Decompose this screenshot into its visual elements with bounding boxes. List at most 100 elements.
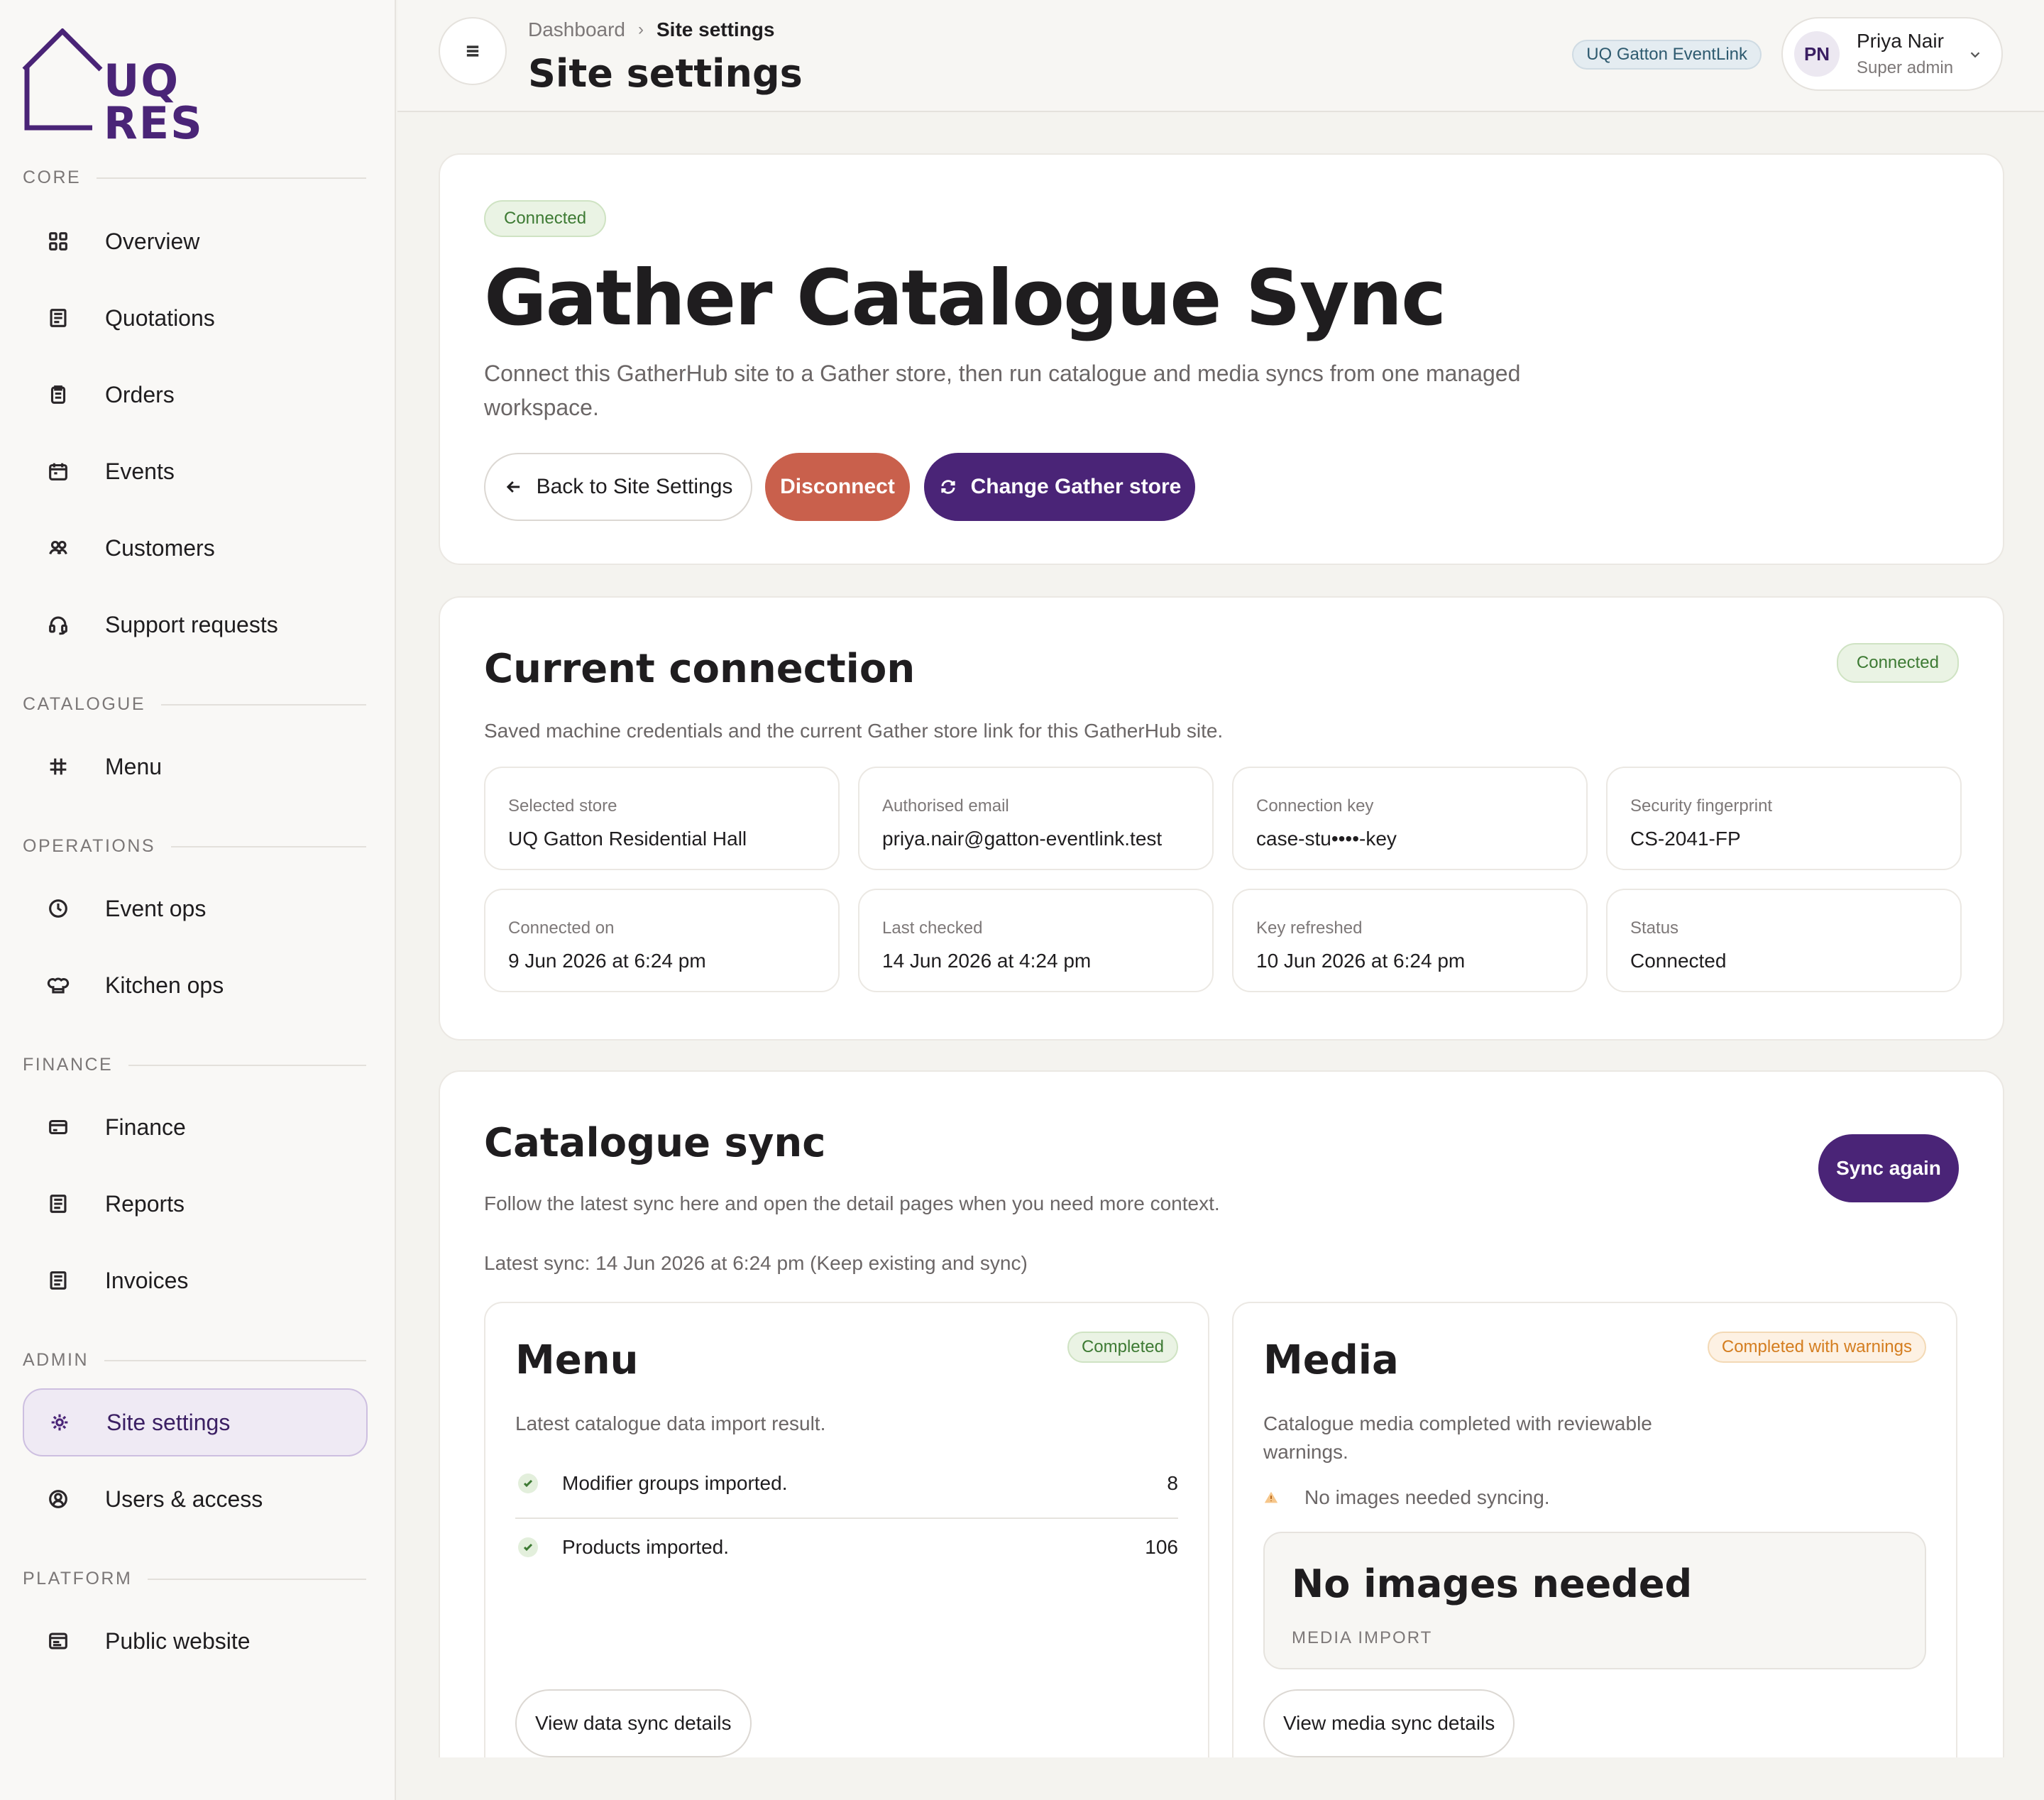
hero-card: Connected Gather Catalogue Sync Connect …: [439, 153, 2004, 565]
connection-description: Saved machine credentials and the curren…: [484, 720, 1224, 742]
chevron-down-icon: [1970, 52, 1980, 58]
house-logo-icon: [22, 28, 103, 131]
section-catalogue: CATALOGUE: [23, 694, 366, 715]
warning-icon: [1264, 1491, 1278, 1503]
sidebar-item-label: Events: [105, 458, 175, 484]
sidebar-item-menu[interactable]: Menu: [23, 732, 368, 801]
sidebar-item-orders[interactable]: Orders: [23, 361, 368, 429]
connected-on-field: Connected on 9 Jun 2026 at 6:24 pm: [484, 889, 840, 992]
sidebar-item-events[interactable]: Events: [23, 437, 368, 505]
sidebar-item-public-website[interactable]: Public website: [23, 1607, 368, 1675]
sync-again-button[interactable]: Sync again: [1818, 1134, 1959, 1202]
calendar-icon: [23, 459, 94, 483]
menu-sync-card: Menu Completed Latest catalogue data imp…: [484, 1302, 1209, 1799]
empty-state-subtitle: MEDIA IMPORT: [1292, 1628, 1433, 1647]
sidebar-item-label: Overview: [105, 228, 200, 254]
report-icon: [23, 1192, 94, 1216]
sidebar-item-kitchen-ops[interactable]: Kitchen ops: [23, 951, 368, 1019]
status-badge: Connected: [484, 200, 607, 237]
user-role: Super admin: [1857, 58, 1954, 77]
menu-toggle-button[interactable]: [439, 17, 507, 85]
clock-icon: [23, 896, 94, 921]
chef-hat-icon: [23, 973, 94, 997]
page-title: Site settings: [528, 51, 803, 96]
media-sync-description: Catalogue media completed with reviewabl…: [1263, 1412, 1652, 1463]
security-fingerprint-field: Security fingerprint CS-2041-FP: [1606, 767, 1962, 870]
change-store-button[interactable]: Change Gather store: [924, 453, 1195, 521]
key-refreshed-field: Key refreshed 10 Jun 2026 at 6:24 pm: [1232, 889, 1588, 992]
disconnect-button-label: Disconnect: [780, 475, 895, 498]
top-header: Dashboard › Site settings Site settings …: [397, 0, 2044, 112]
invoice-icon: [23, 1268, 94, 1293]
media-sync-card: Media Completed with warnings Catalogue …: [1232, 1302, 1957, 1799]
sidebar-item-label: Site settings: [106, 1409, 231, 1435]
breadcrumb: Dashboard › Site settings: [528, 18, 774, 41]
sidebar-item-event-ops[interactable]: Event ops: [23, 874, 368, 943]
avatar: PN: [1794, 31, 1840, 77]
chevron-right-icon: ›: [637, 20, 644, 39]
section-finance: FINANCE: [23, 1055, 366, 1075]
sidebar-item-finance[interactable]: Finance: [23, 1093, 368, 1161]
logo-text: UQ RES: [104, 55, 204, 149]
menu-sync-description: Latest catalogue data import result.: [515, 1412, 826, 1434]
card-icon: [23, 1115, 94, 1139]
breadcrumb-dashboard[interactable]: Dashboard: [528, 18, 625, 41]
sync-again-label: Sync again: [1836, 1157, 1941, 1179]
catalogue-description: Follow the latest sync here and open the…: [484, 1192, 1220, 1214]
gear-icon: [24, 1410, 95, 1434]
back-button[interactable]: Back to Site Settings: [484, 453, 752, 521]
authorised-email-field: Authorised email priya.nair@gatton-eventl…: [858, 767, 1214, 870]
empty-state: No images needed MEDIA IMPORT: [1263, 1532, 1926, 1669]
media-warning: No images needed syncing.: [1263, 1486, 1550, 1509]
menu-status-badge: Completed: [1067, 1332, 1178, 1363]
browser-icon: [23, 1629, 94, 1653]
sidebar-item-label: Support requests: [105, 611, 278, 637]
clipboard-icon: [23, 383, 94, 407]
back-button-label: Back to Site Settings: [536, 475, 733, 498]
site-pill[interactable]: UQ Gatton EventLink: [1572, 40, 1762, 70]
list-item: Products imported. 106: [515, 1526, 1178, 1569]
check-icon: [518, 1474, 538, 1493]
sidebar-item-site-settings[interactable]: Site settings: [23, 1388, 368, 1456]
status-field: Status Connected: [1606, 889, 1962, 992]
sidebar-item-label: Kitchen ops: [105, 972, 224, 998]
sidebar-item-label: Invoices: [105, 1267, 189, 1293]
sidebar-item-invoices[interactable]: Invoices: [23, 1246, 368, 1315]
sidebar: UQ RES CORE CATALOGUE OPERATIONS FINANCE…: [0, 0, 396, 1800]
sidebar-item-label: Users & access: [105, 1486, 263, 1512]
sidebar-item-label: Reports: [105, 1190, 185, 1217]
connection-key-field: Connection key case-stu••••-key: [1232, 767, 1588, 870]
list-item: Modifier groups imported. 8: [515, 1462, 1178, 1505]
document-icon: [23, 306, 94, 330]
disconnect-button[interactable]: Disconnect: [765, 453, 910, 521]
check-icon: [518, 1537, 538, 1557]
arrow-left-icon: [506, 481, 520, 493]
headset-icon: [23, 613, 94, 637]
sidebar-item-quotations[interactable]: Quotations: [23, 284, 368, 352]
logo[interactable]: UQ RES: [21, 28, 202, 146]
sidebar-item-reports[interactable]: Reports: [23, 1170, 368, 1238]
user-menu[interactable]: PN Priya Nair Super admin: [1781, 17, 2003, 91]
view-data-sync-details-button[interactable]: View data sync details: [515, 1689, 752, 1757]
hero-description: Connect this GatherHub site to a Gather …: [484, 361, 1521, 420]
hero-title: Gather Catalogue Sync: [484, 254, 1446, 343]
connection-details-grid: Selected store UQ Gatton Residential Hall…: [484, 767, 1962, 992]
connection-card: Current connection Connected Saved machi…: [439, 596, 2004, 1041]
media-sync-title: Media: [1263, 1337, 1399, 1383]
sidebar-item-label: Event ops: [105, 895, 207, 921]
user-circle-icon: [23, 1487, 94, 1511]
sidebar-item-label: Customers: [105, 534, 215, 561]
view-media-sync-details-button[interactable]: View media sync details: [1263, 1689, 1515, 1757]
sidebar-item-customers[interactable]: Customers: [23, 514, 368, 582]
user-name: Priya Nair: [1857, 30, 1944, 52]
sidebar-item-overview[interactable]: Overview: [23, 207, 368, 275]
sidebar-item-users-access[interactable]: Users & access: [23, 1465, 368, 1533]
change-store-button-label: Change Gather store: [970, 475, 1182, 498]
last-checked-field: Last checked 14 Jun 2026 at 4:24 pm: [858, 889, 1214, 992]
hash-icon: [23, 754, 94, 779]
connection-status-badge: Connected: [1836, 643, 1959, 683]
grid-icon: [23, 229, 94, 253]
sidebar-item-support-requests[interactable]: Support requests: [23, 591, 368, 659]
section-core: CORE: [23, 168, 366, 188]
media-status-badge: Completed with warnings: [1707, 1332, 1926, 1363]
